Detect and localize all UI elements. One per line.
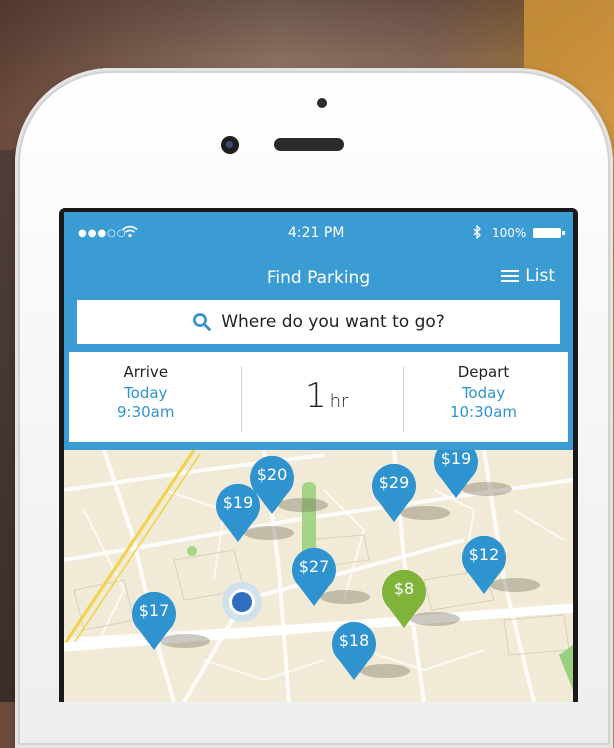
depart-selector[interactable]: Depart Today 10:30am bbox=[450, 363, 517, 421]
depart-label: Depart bbox=[457, 363, 510, 381]
arrive-label: Arrive bbox=[123, 363, 169, 381]
parking-map[interactable]: $20 $19 $29 $19 $27 $12 $8 $17 $18 bbox=[64, 450, 573, 702]
list-view-button[interactable]: List bbox=[501, 266, 555, 286]
arrive-time: 9:30am bbox=[117, 403, 175, 421]
time-selector-card: Arrive Today 9:30am 1 hr Depart Today 10:… bbox=[69, 352, 568, 442]
pin-price: $29 bbox=[378, 473, 410, 492]
signal-indicator: ●●●○○ bbox=[78, 228, 127, 239]
search-input[interactable]: Where do you want to go? bbox=[77, 300, 560, 344]
search-bar: Where do you want to go? bbox=[64, 300, 573, 352]
time-selector-bar: Arrive Today 9:30am 1 hr Depart Today 10:… bbox=[64, 352, 573, 450]
depart-day: Today bbox=[461, 384, 506, 402]
divider-right bbox=[403, 366, 404, 432]
pin-price: $17 bbox=[138, 601, 170, 620]
bluetooth-icon bbox=[473, 224, 482, 243]
phone-screen: ●●●○○ 4:21 PM 100% Find Parking List Whe… bbox=[59, 208, 578, 702]
duration-value: 1 bbox=[305, 376, 327, 416]
status-time: 4:21 PM bbox=[288, 225, 345, 241]
search-placeholder: Where do you want to go? bbox=[221, 312, 445, 332]
list-label: List bbox=[525, 266, 555, 286]
duration-selector[interactable]: 1 hr bbox=[305, 376, 348, 416]
arrive-selector[interactable]: Arrive Today 9:30am bbox=[117, 363, 175, 421]
pin-price: $19 bbox=[440, 450, 472, 468]
pin-price: $8 bbox=[393, 579, 415, 598]
proximity-sensor bbox=[317, 98, 327, 108]
pin-price: $18 bbox=[338, 631, 370, 650]
depart-time: 10:30am bbox=[450, 403, 518, 421]
pin-price: $27 bbox=[298, 557, 330, 576]
earpiece-speaker bbox=[274, 138, 344, 151]
arrive-day: Today bbox=[124, 384, 168, 402]
list-icon bbox=[501, 269, 520, 283]
pin-price: $19 bbox=[222, 493, 254, 512]
pin-price: $12 bbox=[468, 545, 500, 564]
navigation-bar: Find Parking List bbox=[64, 256, 573, 300]
duration-unit: hr bbox=[329, 391, 349, 412]
battery-percent: 100% bbox=[492, 226, 527, 240]
current-location-icon bbox=[222, 582, 262, 622]
divider-left bbox=[241, 366, 242, 432]
battery-icon bbox=[533, 228, 565, 238]
front-camera bbox=[221, 136, 239, 154]
status-bar: ●●●○○ 4:21 PM 100% bbox=[64, 212, 573, 256]
search-icon bbox=[193, 313, 212, 331]
app-view: ●●●○○ 4:21 PM 100% Find Parking List Whe… bbox=[64, 212, 573, 702]
page-title: Find Parking bbox=[266, 268, 371, 288]
wifi-icon bbox=[122, 225, 138, 242]
